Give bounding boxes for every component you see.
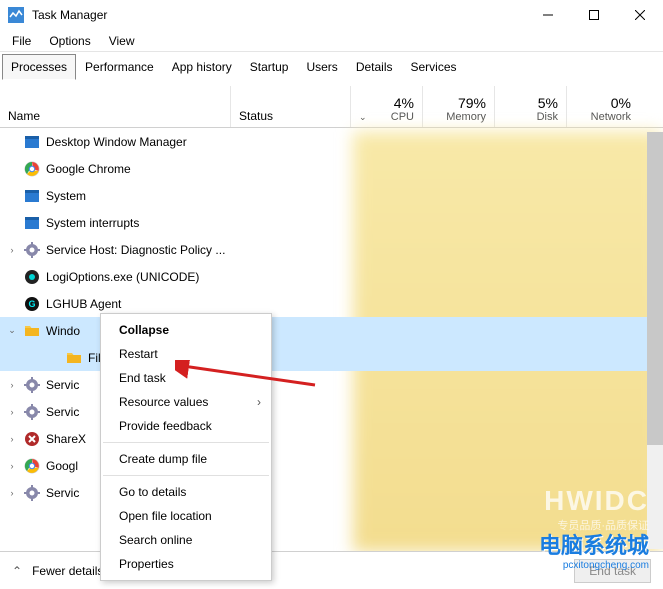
chevron-right-icon[interactable]: › [6, 380, 18, 390]
process-row[interactable]: System interrupts [0, 209, 663, 236]
chevron-down-icon[interactable]: ⌄ [6, 325, 18, 336]
column-memory[interactable]: 79% Memory [423, 86, 495, 127]
minimize-button[interactable] [525, 0, 571, 30]
column-cpu[interactable]: ⌄ 4% CPU [351, 86, 423, 127]
window-icon [24, 134, 40, 150]
context-menu-item-create-dump-file[interactable]: Create dump file [101, 447, 271, 471]
process-name: LGHUB Agent [46, 297, 121, 311]
context-menu-item-go-to-details[interactable]: Go to details [101, 480, 271, 504]
context-menu-item-end-task[interactable]: End task [101, 366, 271, 390]
fewer-details-link[interactable]: Fewer details [32, 564, 103, 578]
process-name: LogiOptions.exe (UNICODE) [46, 270, 199, 284]
process-row[interactable]: System [0, 182, 663, 209]
menu-view[interactable]: View [101, 32, 143, 50]
gear-icon [24, 404, 40, 420]
tab-app-history[interactable]: App history [163, 54, 241, 80]
process-name-cell: System interrupts [0, 215, 231, 231]
logi-icon [24, 269, 40, 285]
process-name: ShareX [46, 432, 86, 446]
app-icon [8, 7, 24, 23]
process-name: Servic [46, 405, 79, 419]
close-button[interactable] [617, 0, 663, 30]
tab-startup[interactable]: Startup [241, 54, 298, 80]
watermark-secondary: 电脑系统城 pcxitongcheng.com [539, 528, 649, 571]
tab-processes[interactable]: Processes [2, 54, 76, 80]
process-row[interactable]: LogiOptions.exe (UNICODE) [0, 263, 663, 290]
column-network[interactable]: 0% Network [567, 86, 639, 127]
column-headers: Name Status ⌄ 4% CPU 79% Memory 5% Disk … [0, 86, 663, 128]
tab-users[interactable]: Users [297, 54, 346, 80]
menu-file[interactable]: File [4, 32, 39, 50]
column-disk[interactable]: 5% Disk [495, 86, 567, 127]
process-name: Service Host: Diagnostic Policy ... [46, 243, 225, 257]
window-title: Task Manager [32, 8, 107, 22]
context-menu-item-restart[interactable]: Restart [101, 342, 271, 366]
process-name: Desktop Window Manager [46, 135, 187, 149]
process-name-cell: System [0, 188, 231, 204]
process-name: Servic [46, 486, 79, 500]
process-name-cell: Desktop Window Manager [0, 134, 231, 150]
folder-icon [24, 323, 40, 339]
tab-performance[interactable]: Performance [76, 54, 163, 80]
process-name: Windo [46, 324, 80, 338]
tab-details[interactable]: Details [347, 54, 402, 80]
gear-icon [24, 485, 40, 501]
menu-separator [103, 442, 269, 443]
context-menu-item-collapse[interactable]: Collapse [101, 318, 271, 342]
gear-icon [24, 242, 40, 258]
context-menu-item-search-online[interactable]: Search online [101, 528, 271, 552]
process-name-cell: Google Chrome [0, 161, 231, 177]
chevron-up-icon[interactable]: ⌃ [12, 564, 22, 578]
menu-separator [103, 475, 269, 476]
context-menu: CollapseRestartEnd taskResource valuesPr… [100, 313, 272, 581]
tab-strip: Processes Performance App history Startu… [0, 52, 663, 80]
vertical-scrollbar[interactable] [647, 132, 663, 549]
process-row[interactable]: Desktop Window Manager [0, 128, 663, 155]
chevron-right-icon[interactable]: › [6, 461, 18, 471]
process-name: Servic [46, 378, 79, 392]
process-name: System interrupts [46, 216, 139, 230]
chrome-icon [24, 161, 40, 177]
chevron-right-icon[interactable]: › [6, 245, 18, 255]
tab-services[interactable]: Services [402, 54, 466, 80]
window-icon [24, 188, 40, 204]
maximize-button[interactable] [571, 0, 617, 30]
lghub-icon: G [24, 296, 40, 312]
context-menu-item-open-file-location[interactable]: Open file location [101, 504, 271, 528]
svg-text:G: G [28, 299, 35, 309]
process-name: Google Chrome [46, 162, 131, 176]
chevron-right-icon[interactable]: › [6, 407, 18, 417]
menu-options[interactable]: Options [41, 32, 98, 50]
process-name: System [46, 189, 86, 203]
window-icon [24, 215, 40, 231]
titlebar: Task Manager [0, 0, 663, 30]
sharex-icon [24, 431, 40, 447]
chrome-icon [24, 458, 40, 474]
context-menu-item-provide-feedback[interactable]: Provide feedback [101, 414, 271, 438]
column-name[interactable]: Name [0, 86, 231, 127]
folder-icon [66, 350, 82, 366]
chevron-right-icon[interactable]: › [6, 488, 18, 498]
gear-icon [24, 377, 40, 393]
process-name-cell: G LGHUB Agent [0, 296, 231, 312]
window-controls [525, 0, 663, 30]
process-name-cell: › Service Host: Diagnostic Policy ... [0, 242, 231, 258]
process-name: Googl [46, 459, 78, 473]
scrollbar-thumb[interactable] [647, 132, 663, 445]
process-row[interactable]: › Service Host: Diagnostic Policy ... [0, 236, 663, 263]
chevron-down-icon: ⌄ [359, 112, 367, 123]
chevron-right-icon[interactable]: › [6, 434, 18, 444]
column-status[interactable]: Status [231, 86, 351, 127]
context-menu-item-resource-values[interactable]: Resource values [101, 390, 271, 414]
menubar: File Options View [0, 30, 663, 52]
process-row[interactable]: Google Chrome [0, 155, 663, 182]
process-name-cell: LogiOptions.exe (UNICODE) [0, 269, 231, 285]
context-menu-item-properties[interactable]: Properties [101, 552, 271, 576]
